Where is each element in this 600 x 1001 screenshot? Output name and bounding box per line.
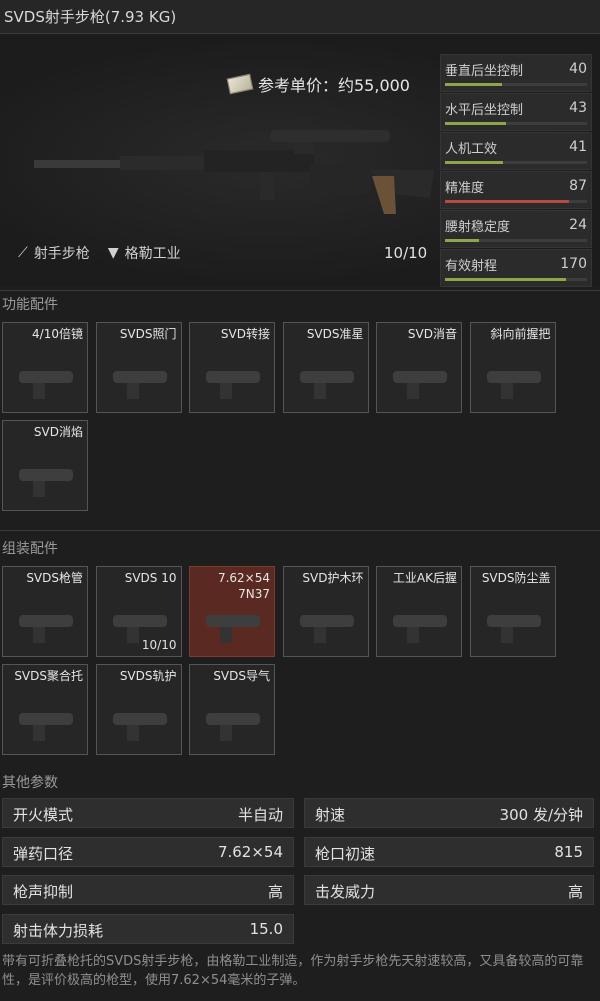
- slot-label: SVDS聚合托: [14, 669, 83, 683]
- param-row: 枪口初速 815: [304, 836, 594, 867]
- param-row: 开火模式 半自动: [2, 798, 294, 828]
- assembly-slot[interactable]: SVDS枪管: [2, 566, 88, 657]
- stats-panel: 垂直后坐控制 40 水平后坐控制 43 人机工效 41 精准度 87 腰射稳定度 24 有…: [440, 54, 592, 288]
- param-label: 弹药口径: [13, 844, 74, 863]
- stat-row: 垂直后坐控制 40: [440, 54, 592, 92]
- section-divider: [0, 530, 600, 531]
- assembly-slot[interactable]: SVDS 10 10/10: [95, 566, 182, 657]
- part-icon: [103, 345, 177, 409]
- assembly-slot[interactable]: 7.62×54 7N37: [189, 566, 275, 657]
- maker-logo-icon: ▼: [107, 245, 119, 261]
- slot-label: SVD护木环: [302, 571, 364, 585]
- param-label: 开火模式: [13, 806, 74, 824]
- section-title-assembly: 组装配件: [2, 541, 58, 557]
- slot-label: SVDS准星: [306, 327, 364, 341]
- assembly-slot[interactable]: SVDS导气: [189, 664, 275, 755]
- window-title: SVDS射手步枪(7.93 KG): [0, 0, 600, 34]
- param-label: 击发威力: [315, 883, 376, 901]
- stat-bar: [445, 83, 502, 86]
- part-icon: [9, 345, 83, 409]
- assembly-slot[interactable]: SVDS轨护: [95, 664, 182, 755]
- param-value: 815: [554, 842, 583, 861]
- stat-row: 有效射程 170: [440, 249, 592, 287]
- param-label: 射速: [315, 806, 346, 824]
- functional-slot[interactable]: SVD转接: [189, 322, 275, 413]
- slot-label: SVD消焰: [33, 425, 83, 439]
- param-row: 枪声抑制 高: [2, 875, 294, 905]
- price-line: 参考单价：约55,000: [226, 72, 410, 96]
- param-value: 高: [567, 883, 583, 901]
- slot-count: 10/10: [141, 638, 177, 652]
- slot-label: SVDS导气: [213, 669, 270, 683]
- stat-bar: [445, 200, 569, 203]
- weapon-meta: ⟋ 射手步枪 ▼ 格勒工业: [18, 243, 181, 263]
- section-title-other: 其他参数: [2, 775, 58, 791]
- functional-slot[interactable]: SVDS照门: [95, 322, 182, 413]
- rifle-type-icon: ⟋: [18, 245, 28, 261]
- slot-label: SVDS照门: [119, 327, 177, 341]
- param-row: 射速 300 发/分钟: [304, 798, 594, 828]
- part-icon: [196, 589, 270, 653]
- part-icon: [383, 589, 457, 653]
- param-value: 半自动: [237, 806, 283, 824]
- slot-label: 斜向前握把: [490, 327, 551, 341]
- param-label: 射击体力损耗: [13, 921, 104, 940]
- stat-bar: [445, 161, 504, 164]
- money-icon: [226, 73, 254, 95]
- section-divider: [0, 290, 600, 291]
- weapon-maker: ▼ 格勒工业: [107, 245, 181, 262]
- param-row: 射击体力损耗 15.0: [2, 913, 294, 944]
- part-icon: [290, 345, 364, 409]
- slot-label: 7.62×54: [217, 571, 270, 585]
- part-icon: [9, 687, 83, 751]
- slot-label: SVDS 10: [124, 571, 177, 585]
- param-row: 弹药口径 7.62×54: [2, 836, 294, 867]
- stat-row: 腰射稳定度 24: [440, 210, 592, 248]
- rifle-icon: [34, 130, 434, 214]
- functional-slot[interactable]: SVDS准星: [282, 322, 369, 413]
- part-icon: [477, 345, 551, 409]
- param-value: 高: [267, 883, 283, 901]
- price-label: 参考单价：约55,000: [258, 76, 410, 95]
- param-label: 枪声抑制: [13, 883, 74, 901]
- weapon-type: ⟋ 射手步枪: [18, 245, 90, 262]
- description: 带有可折叠枪托的SVDS射手步枪，由格勒工业制造，作为射手步枪先天射速较高，又具…: [2, 954, 584, 988]
- stat-row: 水平后坐控制 43: [440, 93, 592, 131]
- param-value: 300 发/分钟: [499, 806, 583, 824]
- stat-row: 人机工效 41: [440, 132, 592, 170]
- assembly-slot[interactable]: 工业AK后握: [376, 566, 462, 657]
- functional-slot[interactable]: 斜向前握把: [469, 322, 556, 413]
- slot-label: 4/10倍镜: [32, 327, 83, 341]
- part-icon: [196, 687, 270, 751]
- param-value: 7.62×54: [217, 842, 283, 861]
- part-icon: [477, 589, 551, 653]
- slot-label: SVDS枪管: [26, 571, 83, 585]
- part-icon: [196, 345, 270, 409]
- slot-label: SVD消音: [407, 327, 457, 341]
- slot-label: 工业AK后握: [392, 571, 457, 585]
- assembly-slot[interactable]: SVDS聚合托: [2, 664, 88, 755]
- param-row: 击发威力 高: [304, 875, 594, 905]
- slot-label: SVDS防尘盖: [481, 571, 551, 585]
- stat-bar: [445, 278, 566, 281]
- stat-row: 精准度 87: [440, 171, 592, 209]
- section-title-functional: 功能配件: [2, 297, 58, 313]
- ammo-count: 10/10: [384, 244, 428, 262]
- param-value: 15.0: [249, 919, 283, 938]
- stat-bar: [445, 122, 507, 125]
- part-icon: [383, 345, 457, 409]
- part-icon: [103, 687, 177, 751]
- stat-bar: [445, 239, 480, 242]
- functional-slot[interactable]: 4/10倍镜: [2, 322, 88, 413]
- functional-slot[interactable]: SVD消焰: [2, 420, 88, 511]
- slot-label: SVDS轨护: [119, 669, 177, 683]
- slot-label: SVD转接: [220, 327, 270, 341]
- part-icon: [9, 443, 83, 507]
- assembly-slot[interactable]: SVD护木环: [282, 566, 369, 657]
- part-icon: [9, 589, 83, 653]
- assembly-slot[interactable]: SVDS防尘盖: [469, 566, 556, 657]
- functional-slot[interactable]: SVD消音: [376, 322, 462, 413]
- part-icon: [290, 589, 364, 653]
- param-label: 枪口初速: [315, 844, 376, 863]
